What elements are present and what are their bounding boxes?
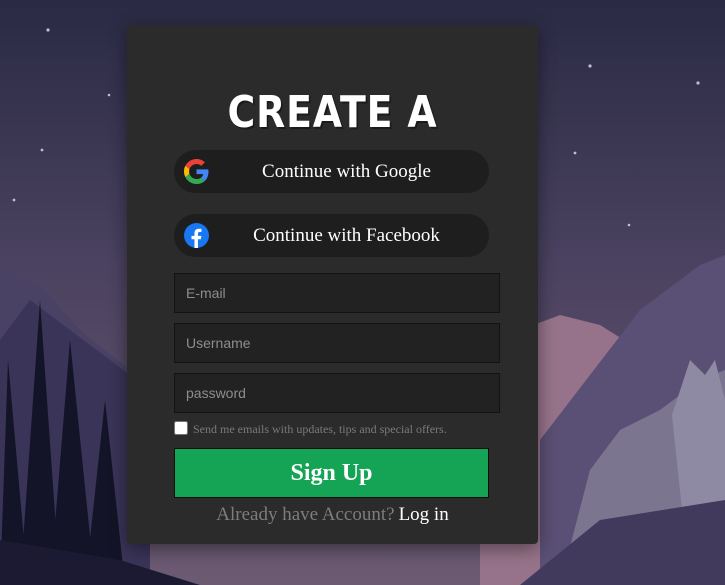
password-field[interactable] xyxy=(174,373,500,413)
login-prompt: Already have Account? Log in xyxy=(127,503,538,527)
sign-up-button[interactable]: Sign Up xyxy=(174,448,489,498)
have-account-text: Already have Account? xyxy=(216,504,395,525)
google-logo-icon xyxy=(184,159,209,184)
google-signin-button[interactable]: Continue with Google xyxy=(174,150,489,193)
facebook-button-label: Continue with Facebook xyxy=(253,225,440,246)
consent-label: Send me emails with updates, tips and sp… xyxy=(193,422,447,436)
facebook-signin-button[interactable]: Continue with Facebook xyxy=(174,214,489,257)
login-link[interactable]: Log in xyxy=(399,504,449,525)
google-button-label: Continue with Google xyxy=(262,161,431,182)
username-field[interactable] xyxy=(174,323,500,363)
consent-checkbox[interactable] xyxy=(174,421,188,435)
signup-card: CREATE A ACCOUNT Continue with Google Co… xyxy=(127,25,538,544)
email-field[interactable] xyxy=(174,273,500,313)
facebook-logo-icon xyxy=(184,223,209,248)
